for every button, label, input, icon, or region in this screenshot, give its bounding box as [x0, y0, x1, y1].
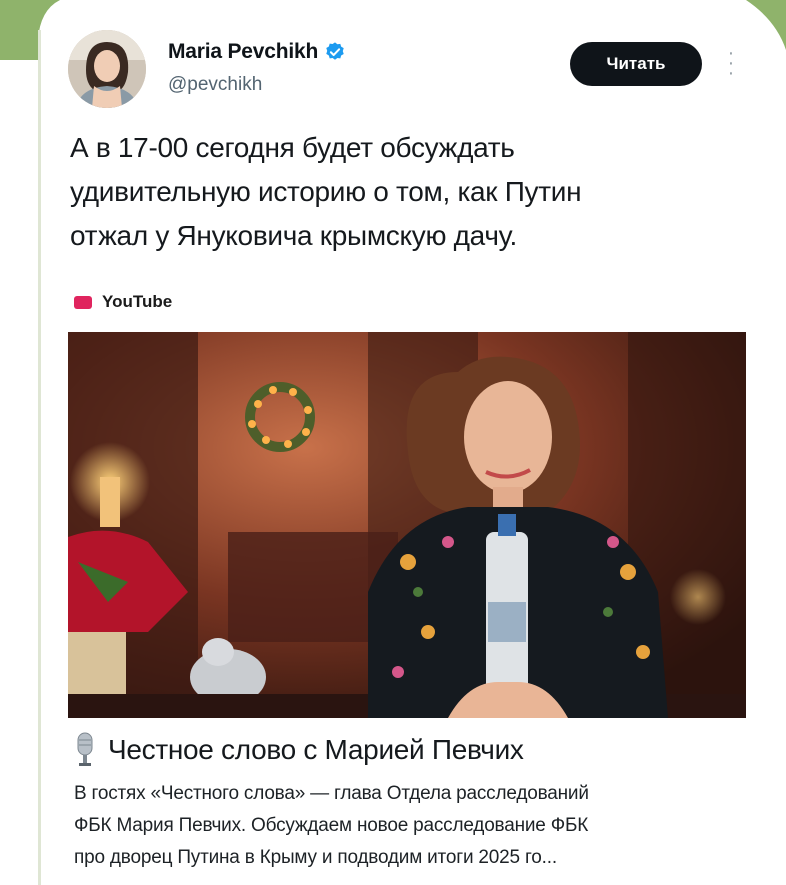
card-border: [38, 30, 41, 885]
video-thumbnail[interactable]: [68, 332, 746, 718]
post-text-line: отжал у Януковича крымскую дачу.: [70, 220, 517, 251]
author-handle[interactable]: @pevchikh: [168, 74, 262, 96]
youtube-icon: [74, 295, 92, 309]
post-text: А в 17-00 сегодня будет обсуждать удивит…: [70, 126, 730, 258]
author-name-row[interactable]: Maria Pevchikh: [168, 40, 346, 64]
link-card-description: В гостях «Честного слова» — глава Отдела…: [74, 778, 754, 874]
link-source[interactable]: YouTube: [74, 292, 172, 312]
avatar[interactable]: [68, 30, 146, 108]
description-line: ФБК Мария Певчих. Обсуждаем новое рассле…: [74, 815, 589, 836]
description-line: В гостях «Честного слова» — глава Отдела…: [74, 783, 589, 804]
source-label: YouTube: [102, 292, 173, 311]
verified-badge-icon: [326, 42, 344, 60]
microphone-icon: [77, 732, 93, 766]
post-text-line: удивительную историю о том, как Путин: [70, 176, 582, 207]
read-button[interactable]: Читать: [570, 42, 702, 86]
description-line: про дворец Путина в Крыму и подводим ито…: [74, 847, 557, 868]
more-options-icon[interactable]: · · ·: [724, 43, 738, 83]
post-header: Maria Pevchikh @pevchikh Читать · · ·: [68, 30, 758, 110]
post-text-line: А в 17-00 сегодня будет обсуждать: [70, 132, 515, 163]
corner-decoration: [0, 0, 60, 60]
link-card-title-row[interactable]: Честное слово с Марией Певчих: [72, 732, 524, 768]
link-card-title[interactable]: Честное слово с Марией Певчих: [108, 734, 524, 766]
author-name[interactable]: Maria Pevchikh: [168, 40, 318, 64]
